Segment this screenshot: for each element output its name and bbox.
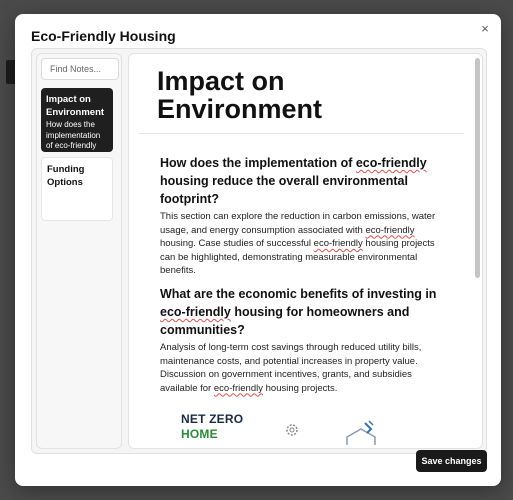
title-divider: [139, 133, 464, 134]
net-zero-image-text: NET ZERO: [181, 412, 244, 426]
notes-dialog: Eco-Friendly Housing × Impact on Environ…: [15, 14, 501, 486]
notes-sidebar: Impact on Environment How does the imple…: [36, 53, 122, 449]
dialog-title: Eco-Friendly Housing: [31, 28, 176, 44]
section-answer[interactable]: This section can explore the reduction i…: [160, 210, 450, 278]
section-question[interactable]: How does the implementation of eco-frien…: [160, 154, 450, 208]
embedded-images: NET ZERO HOME: [175, 410, 425, 448]
find-notes-input[interactable]: [41, 58, 119, 80]
notes-panel: Impact on Environment How does the imple…: [31, 48, 487, 454]
house-icon: [346, 420, 376, 445]
document-title[interactable]: Impact on Environment: [157, 67, 457, 123]
note-editor[interactable]: Impact on Environment How does the imple…: [128, 53, 483, 449]
save-changes-button[interactable]: Save changes: [416, 450, 487, 472]
section-economic-benefits: What are the economic benefits of invest…: [160, 285, 450, 395]
net-zero-image-home: HOME: [181, 427, 218, 441]
editor-scrollbar[interactable]: [475, 58, 480, 278]
note-item-funding-options[interactable]: Funding Options: [41, 157, 113, 221]
note-title: Impact on Environment: [46, 94, 105, 118]
section-question[interactable]: What are the economic benefits of invest…: [160, 285, 450, 339]
close-icon[interactable]: ×: [478, 22, 492, 36]
note-item-impact-on-environment[interactable]: Impact on Environment How does the imple…: [41, 88, 113, 152]
gear-icon: [286, 424, 298, 436]
section-answer[interactable]: Analysis of long-term cost savings throu…: [160, 341, 450, 395]
section-environmental-footprint: How does the implementation of eco-frien…: [160, 154, 450, 278]
note-snippet: How does the implementation of eco-frien…: [46, 120, 101, 150]
note-title: Funding Options: [47, 164, 85, 188]
